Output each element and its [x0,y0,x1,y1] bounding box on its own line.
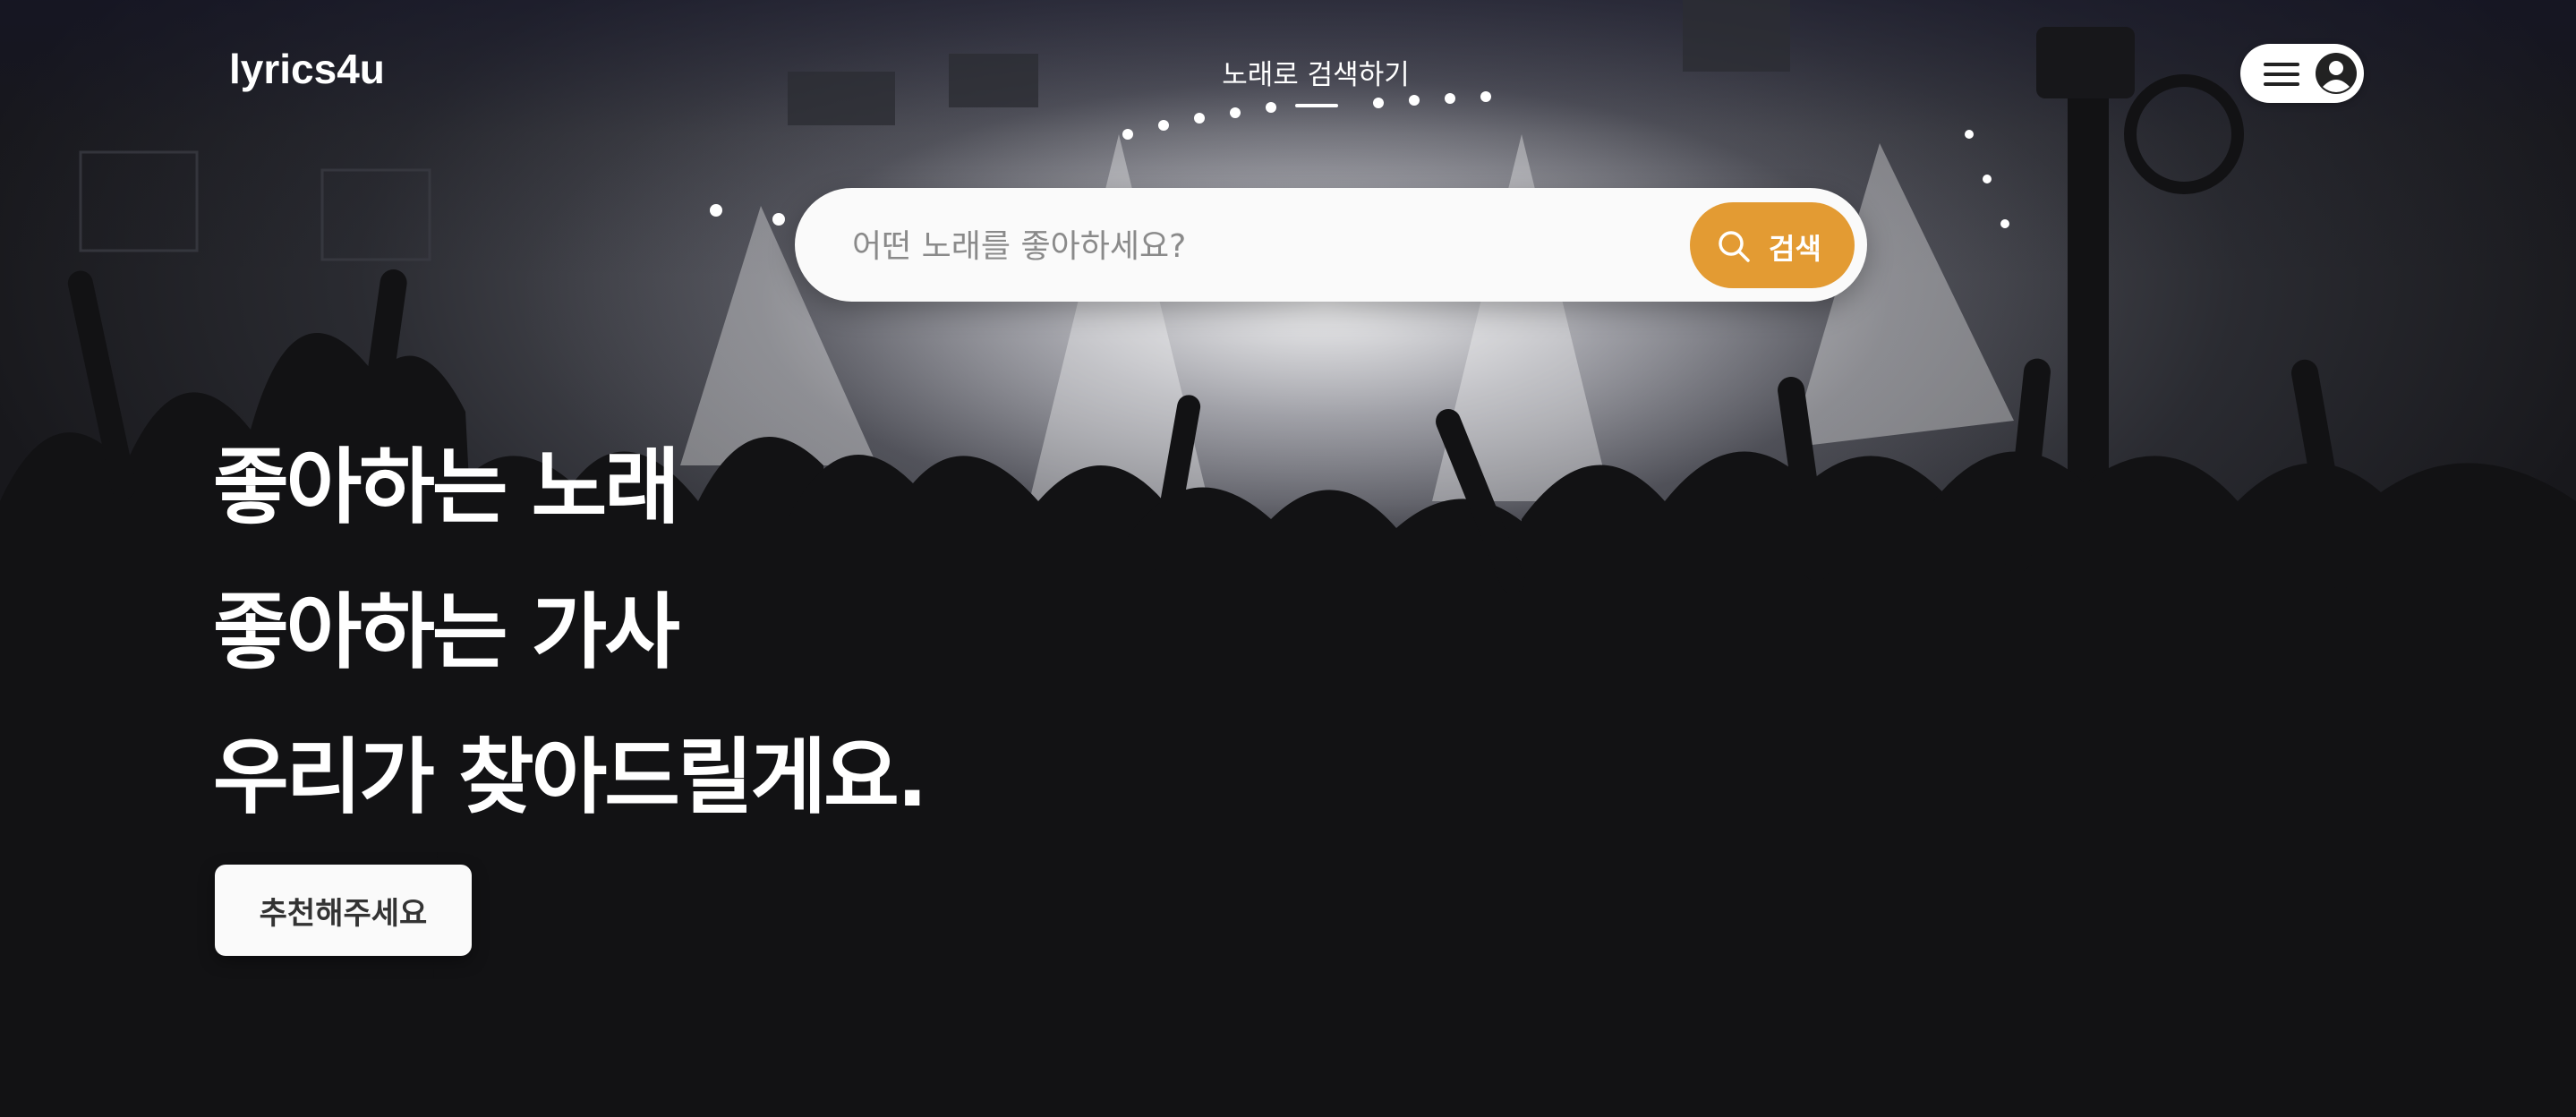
nav-search-by-song-link[interactable]: 노래로 검색하기 [1164,52,1468,92]
user-menu-button[interactable] [2240,44,2364,103]
hamburger-icon [2264,63,2299,86]
headline-line-1: 좋아하는 노래 [213,439,680,535]
search-button-label: 검색 [1769,233,1821,265]
search-bar: 검색 [795,188,1867,302]
profile-icon [2316,53,2357,94]
site-logo[interactable]: lyrics4u [229,45,385,93]
recommend-button[interactable]: 추천해주세요 [215,865,472,956]
hero-section: lyrics4u 노래로 검색하기 검색 좋아하는 노래 좋아하는 가사 우리가… [0,0,2576,1117]
headline-line-3: 우리가 찾아드릴게요. [213,729,928,825]
search-input[interactable] [850,211,1659,281]
search-icon [1719,231,1750,262]
headline-line-2: 좋아하는 가사 [213,584,680,680]
nav-active-indicator [1295,104,1338,107]
search-button[interactable]: 검색 [1690,202,1855,288]
